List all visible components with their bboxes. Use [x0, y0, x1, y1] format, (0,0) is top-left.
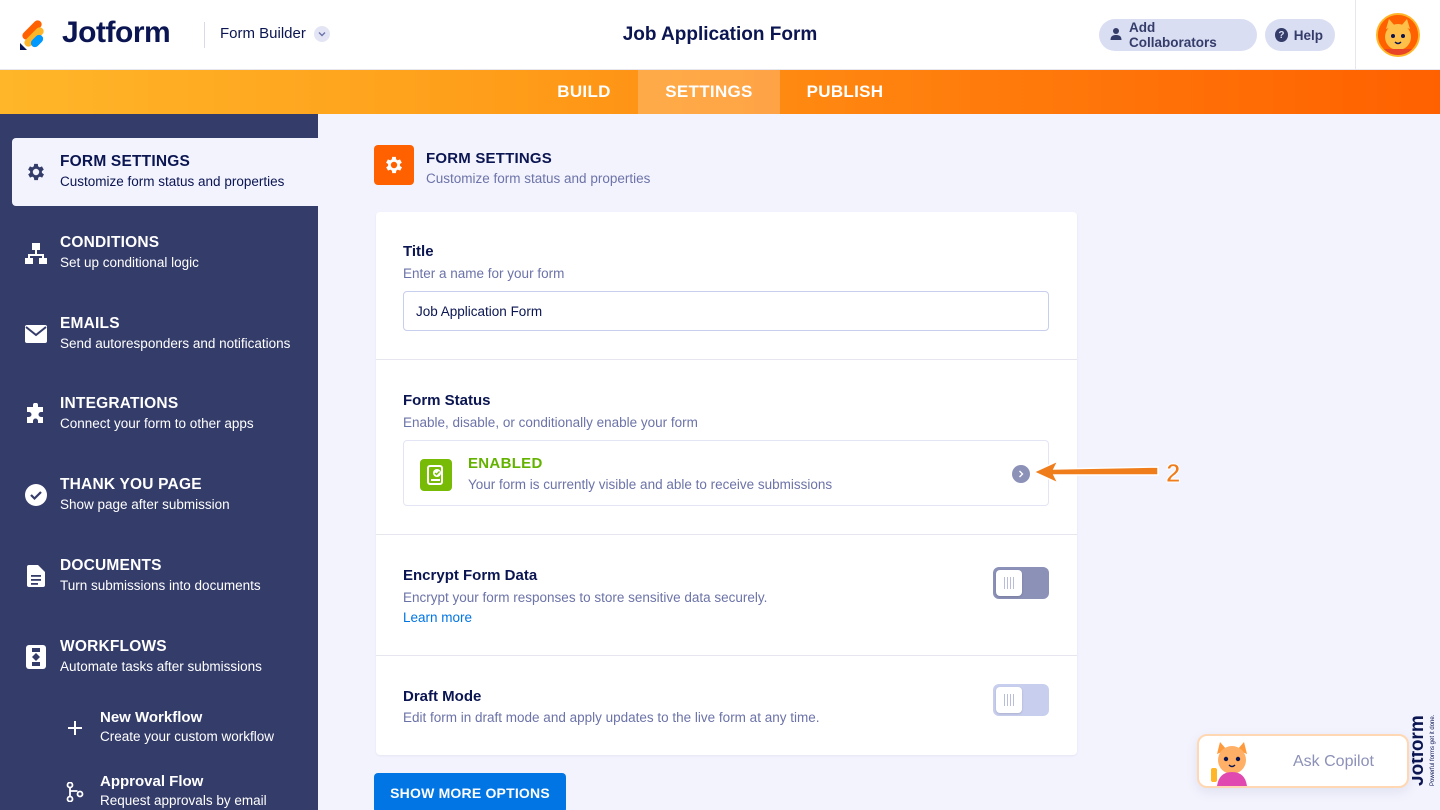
title-section: Title Enter a name for your form	[376, 212, 1077, 360]
add-collaborators-button[interactable]: Add Collaborators	[1099, 19, 1257, 51]
user-icon	[1109, 27, 1123, 44]
sidebar-subitem-new-workflow[interactable]: New Workflow Create your custom workflow	[60, 707, 310, 753]
jotform-side-brand: Jotform Powerful forms get it done.	[1407, 690, 1438, 800]
help-button[interactable]: ? Help	[1265, 19, 1335, 51]
form-status-label: Form Status	[403, 392, 491, 409]
sidebar-item-thank-you-page[interactable]: THANK YOU PAGE Show page after submissio…	[12, 461, 318, 529]
title-description: Enter a name for your form	[403, 266, 565, 281]
sidebar-item-subtitle: Show page after submission	[60, 497, 230, 512]
sidebar-item-subtitle: Automate tasks after submissions	[60, 659, 262, 674]
title-label: Title	[403, 243, 434, 260]
ask-copilot-label: Ask Copilot	[1293, 753, 1374, 770]
envelope-icon	[24, 322, 48, 346]
sidebar-item-integrations[interactable]: INTEGRATIONS Connect your form to other …	[12, 380, 318, 448]
sidebar-item-documents[interactable]: DOCUMENTS Turn submissions into document…	[12, 542, 318, 610]
add-collaborators-label: Add Collaborators	[1129, 20, 1217, 50]
sidebar-subitem-approval-flow[interactable]: Approval Flow Request approvals by email	[60, 771, 310, 810]
tab-settings[interactable]: SETTINGS	[638, 70, 780, 114]
jotform-logo-icon	[18, 17, 50, 50]
avatar[interactable]	[1376, 13, 1420, 57]
sidebar-item-title: DOCUMENTS	[60, 557, 162, 574]
form-builder-dropdown[interactable]: Form Builder	[220, 25, 330, 42]
settings-card: Title Enter a name for your form Form St…	[376, 212, 1077, 755]
document-icon	[24, 564, 48, 588]
form-title-input[interactable]	[403, 291, 1049, 331]
draft-mode-description: Edit form in draft mode and apply update…	[403, 710, 820, 725]
draft-mode-section: Draft Mode Edit form in draft mode and a…	[376, 656, 1077, 755]
encrypt-toggle[interactable]	[993, 567, 1049, 599]
top-bar: Jotform Form Builder Job Application For…	[0, 0, 1440, 70]
status-description: Your form is currently visible and able …	[468, 477, 833, 492]
side-brand-name: Jotform	[1412, 715, 1428, 786]
main-tabs: BUILD SETTINGS PUBLISH	[0, 70, 1440, 114]
header-divider-right	[1355, 0, 1356, 70]
approval-flow-icon	[64, 781, 86, 803]
conditions-icon	[24, 241, 48, 265]
chevron-down-icon	[313, 25, 330, 42]
puzzle-icon	[24, 402, 48, 426]
page-title: FORM SETTINGS	[426, 150, 552, 167]
settings-sidebar: FORM SETTINGS Customize form status and …	[0, 114, 318, 810]
tab-publish[interactable]: PUBLISH	[780, 70, 910, 114]
sidebar-item-title: FORM SETTINGS	[60, 153, 191, 170]
encrypt-section: Encrypt Form Data Encrypt your form resp…	[376, 535, 1077, 656]
side-brand-tagline: Powerful forms get it done.	[1430, 714, 1436, 786]
tab-build[interactable]: BUILD	[530, 70, 638, 114]
copilot-mascot-icon	[1207, 740, 1257, 786]
sidebar-subitem-title: New Workflow	[100, 709, 203, 726]
check-circle-icon	[24, 483, 48, 507]
enabled-form-icon	[420, 459, 452, 491]
sidebar-item-title: EMAILS	[60, 315, 120, 332]
annotation-number: 2	[1166, 458, 1180, 488]
header-divider	[204, 22, 205, 48]
jotform-logo[interactable]: Jotform	[18, 16, 171, 50]
sidebar-item-subtitle: Connect your form to other apps	[60, 416, 254, 431]
toggle-knob	[996, 570, 1022, 596]
sidebar-subitem-subtitle: Create your custom workflow	[100, 729, 275, 744]
sidebar-item-subtitle: Set up conditional logic	[60, 255, 199, 270]
sidebar-subitem-subtitle: Request approvals by email	[100, 793, 267, 808]
status-value: ENABLED	[468, 455, 543, 472]
gear-icon	[374, 145, 414, 185]
learn-more-link[interactable]: Learn more	[403, 610, 472, 625]
page-subtitle: Customize form status and properties	[426, 171, 651, 186]
sidebar-item-emails[interactable]: EMAILS Send autoresponders and notificat…	[12, 300, 318, 368]
sidebar-item-title: CONDITIONS	[60, 234, 160, 251]
chevron-right-icon[interactable]	[1012, 465, 1030, 483]
sidebar-item-title: WORKFLOWS	[60, 638, 167, 655]
sidebar-subitem-title: Approval Flow	[100, 773, 204, 790]
sidebar-item-subtitle: Customize form status and properties	[60, 174, 285, 189]
draft-mode-toggle[interactable]	[993, 684, 1049, 716]
brand-name: Jotform	[62, 16, 171, 49]
ask-copilot-button[interactable]: Ask Copilot	[1197, 734, 1409, 788]
form-builder-label: Form Builder	[220, 25, 306, 42]
show-more-options-button[interactable]: SHOW MORE OPTIONS	[374, 773, 566, 810]
draft-mode-label: Draft Mode	[403, 688, 482, 705]
toggle-knob	[996, 687, 1022, 713]
question-icon: ?	[1275, 28, 1288, 42]
sidebar-item-conditions[interactable]: CONDITIONS Set up conditional logic	[12, 219, 318, 287]
sidebar-item-subtitle: Send autoresponders and notifications	[60, 336, 291, 351]
help-label: Help	[1293, 27, 1323, 43]
gear-icon	[24, 160, 48, 184]
sidebar-item-title: THANK YOU PAGE	[60, 476, 202, 493]
encrypt-description: Encrypt your form responses to store sen…	[403, 590, 768, 605]
sidebar-item-form-settings[interactable]: FORM SETTINGS Customize form status and …	[12, 138, 318, 206]
sidebar-item-subtitle: Turn submissions into documents	[60, 578, 261, 593]
sidebar-item-workflows[interactable]: WORKFLOWS Automate tasks after submissio…	[12, 623, 318, 691]
plus-icon	[64, 717, 86, 739]
form-status-description: Enable, disable, or conditionally enable…	[403, 415, 698, 430]
encrypt-label: Encrypt Form Data	[403, 567, 538, 584]
annotation-arrow: 2	[1030, 455, 1190, 489]
form-status-selector[interactable]: ENABLED Your form is currently visible a…	[403, 440, 1049, 506]
sidebar-item-title: INTEGRATIONS	[60, 395, 179, 412]
workflow-icon	[24, 645, 48, 669]
